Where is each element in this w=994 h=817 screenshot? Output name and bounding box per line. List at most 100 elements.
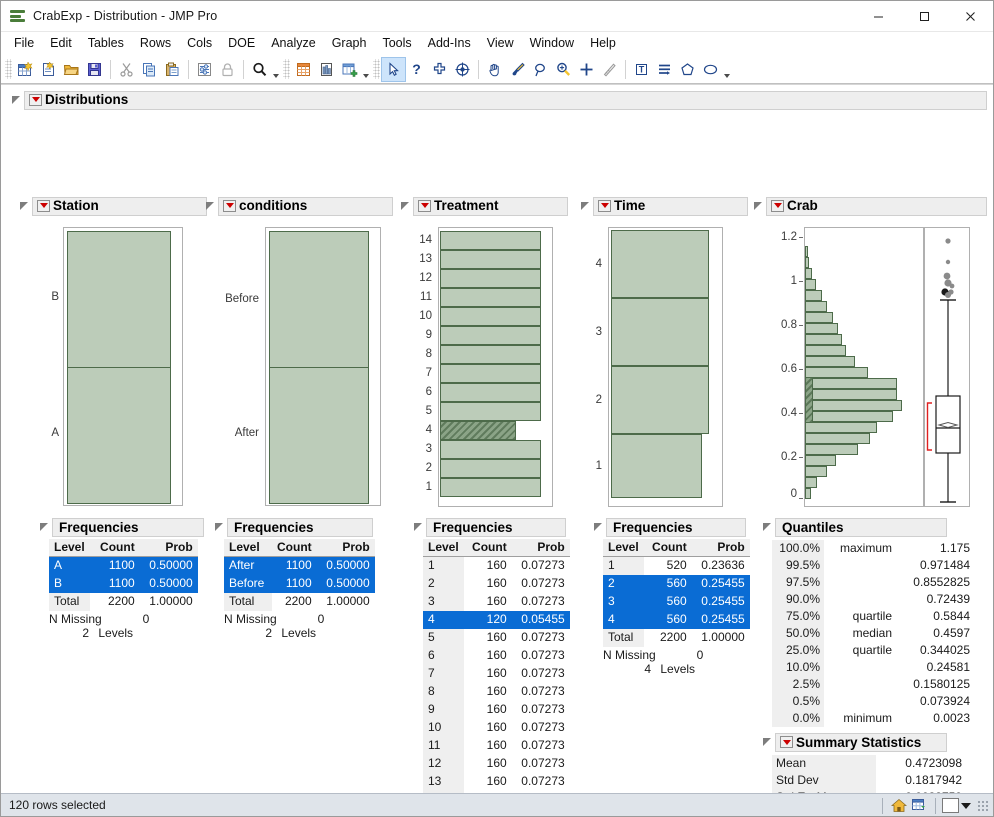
treatment-bar-4[interactable] [440,421,516,440]
text-annotate-icon[interactable]: T [630,58,653,81]
table-row[interactable]: 1 160 0.07273 [423,556,570,575]
table-row[interactable]: 2 560 0.25455 [603,575,750,593]
outline-quantiles[interactable]: Quantiles [758,518,974,537]
crab-hist-bin-0.60[interactable] [805,356,855,367]
white-swatch[interactable] [942,798,959,813]
conditions-bar-Before[interactable] [269,231,369,368]
table-row[interactable]: 9 160 0.07273 [423,701,570,719]
crab-hist-bin-0.90[interactable] [805,290,822,301]
red-triangle-menu-icon[interactable] [598,199,611,212]
toolbar-grip-1[interactable] [5,59,12,79]
disclosure-triangle-icon[interactable] [39,522,50,533]
outline-summary-statistics[interactable]: Summary Statistics [758,733,966,752]
table-row[interactable]: 4 560 0.25455 [603,611,750,629]
disclosure-triangle-icon[interactable] [11,95,22,106]
chart-conditions[interactable] [265,227,381,506]
treatment-bar-10[interactable] [440,307,541,326]
red-triangle-menu-icon[interactable] [37,199,50,212]
outline-conditions[interactable]: conditions [201,196,393,216]
table-row[interactable]: 3 560 0.25455 [603,593,750,611]
toolbar-grip-3[interactable] [373,59,380,79]
menu-add-ins[interactable]: Add-Ins [420,33,479,54]
red-triangle-menu-icon[interactable] [780,736,793,748]
crab-hist-bin-0.45[interactable] [805,389,897,400]
time-bar-4[interactable] [611,230,709,298]
table-row[interactable]: Before 1100 0.50000 [224,575,375,593]
table-quantiles[interactable]: 100.0% maximum 1.175 99.5% 0.971484 97.5% 0.… [772,540,974,727]
table-row[interactable]: 12 160 0.07273 [423,755,570,773]
menu-analyze[interactable]: Analyze [263,33,323,54]
treatment-bar-3[interactable] [440,440,541,459]
new-column-icon[interactable] [338,58,361,81]
crab-hist-bin-0.35[interactable] [805,411,893,422]
table-row[interactable]: A 1100 0.50000 [49,556,198,575]
arrow-select-icon[interactable] [381,56,406,82]
treatment-bar-11[interactable] [440,288,541,307]
treatment-bar-1[interactable] [440,478,541,497]
crab-hist-bin-0.00[interactable] [805,488,811,499]
close-button[interactable] [947,1,993,32]
disclosure-triangle-icon[interactable] [214,522,225,533]
ellipse-icon[interactable] [699,58,722,81]
crab-hist-bin-0.65[interactable] [805,345,846,356]
crab-hist-bin-0.70[interactable] [805,334,842,345]
crosshairs-plus-icon[interactable] [575,58,598,81]
treatment-bar-8[interactable] [440,345,541,364]
table-row[interactable]: 2 160 0.07273 [423,575,570,593]
chart-time[interactable] [608,227,723,507]
magnifier-zoom-icon[interactable] [552,58,575,81]
table-row[interactable]: B 1100 0.50000 [49,575,198,593]
open-file-icon[interactable] [60,58,83,81]
crab-hist-bin-0.95[interactable] [805,279,816,290]
maximize-button[interactable] [901,1,947,32]
table-summary-statistics[interactable]: Mean0.4723098 Std Dev0.1817942 Std Err M… [772,755,966,793]
chart-crab-boxplot[interactable] [924,227,970,507]
treatment-bar-6[interactable] [440,383,541,402]
table-time-frequencies[interactable]: Level Count Prob 1 520 0.23636 2 560 0.25455… [603,539,750,647]
disclosure-triangle-icon[interactable] [762,522,773,533]
table-row[interactable]: 3 160 0.07273 [423,593,570,611]
disclosure-triangle-icon[interactable] [413,522,424,533]
menu-window[interactable]: Window [522,33,582,54]
crab-hist-bin-0.20[interactable] [805,444,858,455]
crab-hist-bin-0.50[interactable] [805,378,897,389]
crab-hist-bin-0.80[interactable] [805,312,833,323]
treatment-bar-7[interactable] [440,364,541,383]
data-table-small-icon[interactable] [909,797,929,815]
menu-graph[interactable]: Graph [324,33,375,54]
toolbar-overflow-3[interactable] [722,58,732,81]
crab-hist-bin-0.25[interactable] [805,433,870,444]
column-viewer-icon[interactable] [315,58,338,81]
caret-down-icon[interactable] [959,803,973,809]
crab-hist-bin-1.00[interactable] [805,268,812,279]
minimize-button[interactable] [855,1,901,32]
treatment-bar-5[interactable] [440,402,541,421]
table-row[interactable]: 5 160 0.07273 [423,629,570,647]
toolbar-grip-2[interactable] [283,59,290,79]
menu-tables[interactable]: Tables [80,33,132,54]
lock-icon[interactable] [216,58,239,81]
paintbrush-icon[interactable] [506,58,529,81]
treatment-bar-12[interactable] [440,269,541,288]
menu-cols[interactable]: Cols [179,33,220,54]
crab-hist-bin-0.85[interactable] [805,301,827,312]
crab-hist-bin-0.40[interactable] [805,400,902,411]
crab-hist-bin-0.55[interactable] [805,367,868,378]
disclosure-triangle-icon[interactable] [400,201,411,212]
toolbar-overflow-2[interactable] [361,58,371,81]
menu-tools[interactable]: Tools [374,33,419,54]
data-filter-icon[interactable] [193,58,216,81]
table-row[interactable]: 11 160 0.07273 [423,737,570,755]
crab-hist-bin-0.05[interactable] [805,477,817,488]
treatment-bar-14[interactable] [440,231,541,250]
table-treatment-frequencies[interactable]: Level Count Prob 1 160 0.07273 2 160 0.07273… [423,539,570,793]
table-station-frequencies[interactable]: Level Count Prob A 1100 0.50000 B 1100 0… [49,539,198,611]
cut-icon[interactable] [115,58,138,81]
red-triangle-menu-icon[interactable] [223,199,236,212]
home-icon[interactable] [889,797,909,815]
menu-help[interactable]: Help [582,33,624,54]
outline-time[interactable]: Time [576,196,748,216]
disclosure-triangle-icon[interactable] [753,201,764,212]
crosshair-icon[interactable] [428,58,451,81]
disclosure-triangle-icon[interactable] [593,522,604,533]
